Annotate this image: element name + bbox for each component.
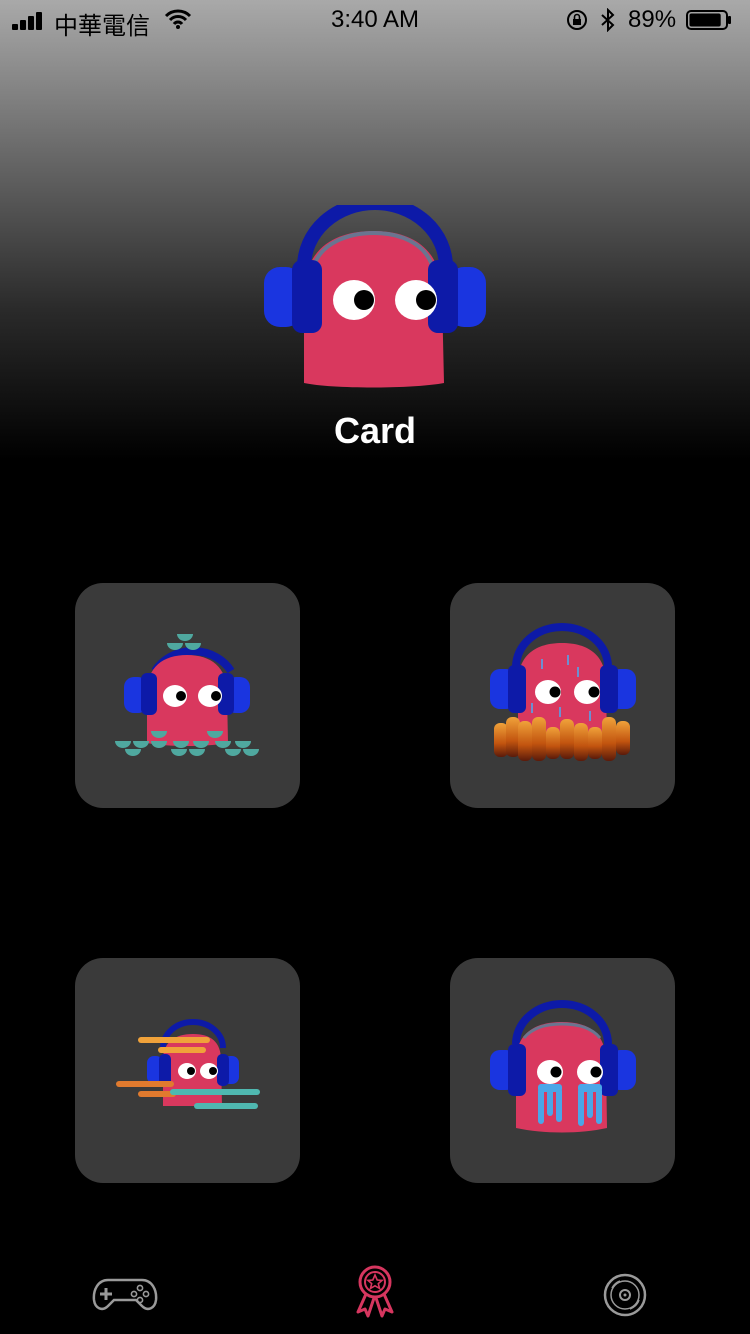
status-bar: 中華電信 3:40 AM 89% (0, 0, 750, 40)
hero-ghost-image (264, 205, 486, 388)
ghost-waves-image (115, 634, 259, 756)
rotation-lock-icon (567, 10, 587, 30)
bottom-tab-bar (0, 1250, 750, 1334)
ghost-fire-rain-image (490, 623, 636, 761)
vinyl-record-icon (603, 1273, 647, 1317)
ghost-card-waves[interactable] (75, 583, 300, 808)
tab-games[interactable] (90, 1260, 160, 1320)
gamepad-icon (92, 1278, 158, 1311)
ghost-card-speed[interactable] (75, 958, 300, 1183)
page-title: Card (333, 410, 417, 451)
ghost-speed-image (116, 1019, 260, 1109)
app-screen: 中華電信 3:40 AM 89% Card (0, 0, 750, 1334)
battery-percent: 89% (628, 6, 677, 33)
battery-icon (686, 10, 731, 30)
ghost-card-fire-rain[interactable] (450, 583, 675, 808)
award-ribbon-icon (356, 1265, 394, 1318)
tab-music[interactable] (590, 1260, 660, 1320)
tab-awards[interactable] (340, 1260, 410, 1320)
ghost-tears-image (490, 1000, 636, 1133)
bluetooth-icon (601, 8, 615, 32)
ghost-card-tears[interactable] (450, 958, 675, 1183)
